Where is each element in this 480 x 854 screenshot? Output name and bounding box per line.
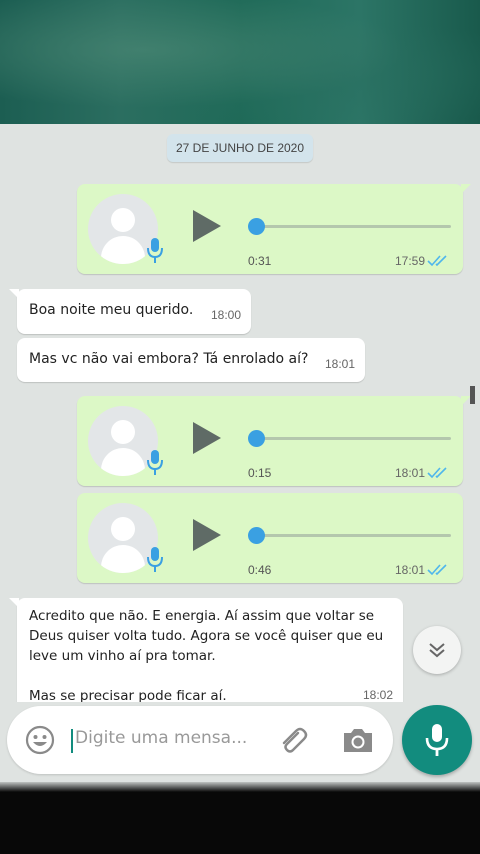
record-voice-button[interactable]	[402, 705, 472, 775]
progress-track[interactable]	[255, 437, 451, 440]
message-time: 18:02	[362, 688, 393, 702]
voice-duration: 0:31	[248, 254, 272, 268]
emoji-icon[interactable]	[24, 724, 56, 756]
bottom-blurred-area	[0, 782, 480, 854]
progress-knob[interactable]	[248, 430, 265, 447]
progress-knob[interactable]	[248, 527, 265, 544]
message-time: 18:01	[394, 466, 425, 480]
message-input[interactable]: Digite uma mensa...	[75, 728, 247, 748]
message-time: 18:00	[210, 308, 241, 322]
message-time: 18:01	[394, 563, 425, 577]
play-icon[interactable]	[193, 422, 221, 454]
scroll-down-button[interactable]	[413, 626, 461, 674]
play-icon[interactable]	[193, 519, 221, 551]
progress-track[interactable]	[255, 534, 451, 537]
scroll-down-icon	[429, 643, 445, 658]
mic-icon	[425, 724, 449, 756]
message-composer[interactable]: Digite uma mensa...	[7, 706, 393, 774]
message-text: Acredito que não. E energia. Aí assim qu…	[29, 606, 383, 702]
message-line: Acredito que não. E energia. Aí assim qu…	[29, 608, 375, 624]
message-line: Mas se precisar pode ficar aí.	[29, 688, 227, 702]
camera-icon[interactable]	[341, 724, 375, 756]
message-line: leve um vinho aí pra tomar.	[29, 648, 216, 664]
chat-header-blurred	[0, 0, 480, 124]
attach-icon[interactable]	[275, 723, 309, 757]
mic-icon	[147, 450, 163, 475]
text-cursor	[71, 729, 73, 753]
chat-area[interactable]: 27 DE JUNHO DE 2020 0:31 17:59 Boa noite…	[0, 124, 480, 702]
voice-duration: 0:46	[248, 563, 272, 577]
message-line: Deus quiser volta tudo. Agora se você qu…	[29, 628, 384, 644]
play-icon[interactable]	[193, 210, 221, 242]
date-chip: 27 DE JUNHO DE 2020	[167, 134, 313, 162]
message-time: 18:01	[324, 357, 355, 371]
incoming-message[interactable]: Mas vc não vai embora? Tá enrolado aí? 1…	[17, 338, 365, 382]
mic-icon	[147, 547, 163, 572]
scrollbar[interactable]	[470, 386, 475, 404]
voice-duration: 0:15	[248, 466, 272, 480]
voice-message[interactable]: 0:31 17:59	[77, 184, 471, 274]
incoming-message[interactable]: Acredito que não. E energia. Aí assim qu…	[9, 598, 403, 702]
double-check-icon	[427, 564, 447, 576]
progress-track[interactable]	[255, 225, 451, 228]
voice-message[interactable]: 0:15 18:01	[77, 396, 471, 486]
double-check-icon	[427, 255, 447, 267]
progress-knob[interactable]	[248, 218, 265, 235]
message-time: 17:59	[394, 254, 425, 268]
voice-message[interactable]: 0:46 18:01	[77, 493, 463, 583]
message-text: Boa noite meu querido.	[29, 302, 194, 318]
incoming-message[interactable]: Boa noite meu querido. 18:00	[9, 289, 251, 334]
mic-icon	[147, 238, 163, 263]
message-text: Mas vc não vai embora? Tá enrolado aí?	[29, 351, 309, 367]
double-check-icon	[427, 467, 447, 479]
message-line	[29, 666, 383, 686]
